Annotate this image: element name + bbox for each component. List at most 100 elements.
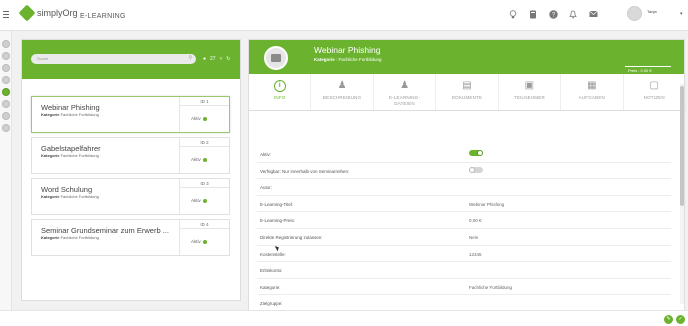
course-title: Word Schulung	[41, 185, 93, 194]
rail-item-2-icon[interactable]	[2, 52, 10, 60]
detail-header: Webinar Phishing Kategorie : Fachliche F…	[249, 40, 684, 74]
detail-category: Kategorie : Fachliche Fortbildung	[314, 57, 382, 62]
status-dot-icon	[202, 198, 207, 203]
rail-item-4-icon[interactable]	[2, 76, 10, 84]
user-file-icon: ♟	[400, 80, 410, 91]
row-label: Kategorie:	[260, 284, 281, 290]
status-badge: Aktiv	[191, 239, 207, 244]
menu-icon[interactable]	[3, 11, 9, 20]
tab-notizen[interactable]: ▢ NOTIZEN	[624, 74, 686, 110]
status-badge: Aktiv	[191, 157, 207, 162]
status-dot-icon	[202, 157, 207, 162]
price-label: Preis : 0,00 €	[625, 66, 671, 73]
course-card[interactable]: Word Schulung Kategorie Fachliche Fortbi…	[31, 178, 230, 215]
aktiv-toggle[interactable]	[469, 150, 483, 156]
user-name[interactable]: Tanja	[647, 9, 657, 14]
add-circle-icon[interactable]: ●	[203, 56, 206, 62]
row-value: Nein	[469, 234, 479, 240]
status-badge: Aktiv	[191, 116, 207, 121]
verfuegbar-toggle[interactable]	[469, 166, 483, 173]
course-meta: ID 4 Aktiv	[179, 220, 229, 255]
search-placeholder: Suche	[37, 56, 49, 61]
course-card[interactable]: Gabelstapelfahrer Kategorie Fachliche Fo…	[31, 137, 230, 174]
documents-icon: ▤	[462, 80, 472, 91]
bell-icon[interactable]	[568, 9, 578, 19]
envelope-icon[interactable]	[588, 9, 598, 19]
info-row-kategorie: Kategorie: Fachliche Fortbildung	[257, 279, 671, 296]
tab-label: E-LEARNING-DATEIEN	[388, 95, 421, 106]
row-label: Verfügbar: Nur innerhalb von Seminarreih…	[260, 168, 350, 174]
side-rail	[0, 31, 12, 326]
tab-label: AUFGABEN	[578, 95, 605, 100]
tab-label: BESCHREIBUNG	[322, 95, 362, 100]
row-label: E-Learning-Titel:	[260, 201, 294, 207]
info-icon: i	[273, 80, 286, 92]
book-icon[interactable]	[528, 9, 538, 19]
info-row-verfuegbar: Verfügbar: Nur innerhalb von Seminarreih…	[257, 163, 671, 180]
course-card[interactable]: Seminar Grundseminar zum Erwerb ... Kate…	[31, 219, 230, 256]
info-row-registrierung: Direkte Registrierung zulassen: Nein	[257, 229, 671, 246]
top-bar: simplyOrg E-LEARNING ? Tanja ▾	[0, 0, 688, 31]
course-id: ID 3	[180, 179, 229, 188]
edit-button[interactable]: ✎	[664, 315, 673, 324]
lightbulb-icon[interactable]	[508, 9, 518, 19]
row-label: Kostenstelle:	[260, 251, 286, 257]
tab-dokumente[interactable]: ▤ DOKUMENTE	[436, 74, 499, 110]
participants-icon: ▣	[524, 80, 535, 91]
tab-beschreibung[interactable]: ♟ BESCHREIBUNG	[311, 74, 374, 110]
list-count: 27	[210, 56, 216, 62]
tab-teilnehmer[interactable]: ▣ TEILNEHMER	[499, 74, 562, 110]
filter-icon[interactable]: ▿	[220, 56, 223, 62]
info-row-titel: E-Learning-Titel: Webinar Phishing	[257, 196, 671, 213]
row-value: 0,00 €	[469, 218, 482, 224]
scrollbar[interactable]	[680, 84, 684, 304]
info-rows: Aktiv: Verfügbar: Nur innerhalb von Semi…	[257, 146, 671, 312]
list-tools: ● 27 ▿ ↻	[203, 56, 230, 62]
course-title: Seminar Grundseminar zum Erwerb ...	[41, 226, 169, 235]
rail-item-elearning-icon[interactable]	[2, 88, 10, 96]
course-category: Kategorie Fachliche Fortbildung	[41, 153, 99, 158]
rail-item-8-icon[interactable]	[2, 124, 10, 132]
rail-item-7-icon[interactable]	[2, 112, 10, 120]
bottom-bar	[0, 310, 688, 326]
row-label: Aktiv:	[260, 152, 272, 157]
brand-logo[interactable]: simplyOrg	[18, 4, 78, 22]
laptop-icon	[271, 54, 281, 62]
search-input[interactable]: Suche ⚲	[31, 54, 196, 64]
person-icon: ♟	[337, 80, 347, 91]
course-meta: ID 3 Aktiv	[179, 179, 229, 214]
row-label: Direkte Registrierung zulassen:	[260, 234, 323, 240]
course-category: Kategorie Fachliche Fortbildung	[41, 112, 99, 117]
calendar-icon: ▦	[587, 80, 597, 91]
info-row-erloeskonto: Erlöskonto:	[257, 262, 671, 279]
row-value: 12345	[469, 251, 482, 257]
course-thumbnail	[264, 46, 288, 70]
scrollbar-thumb[interactable]	[680, 86, 684, 206]
logo-mark-icon	[18, 4, 36, 22]
refresh-icon[interactable]: ↻	[226, 56, 230, 62]
chevron-down-icon[interactable]: ▾	[680, 11, 683, 17]
course-meta: ID 2 Aktiv	[179, 138, 229, 173]
info-row-autor: Autor:	[257, 179, 671, 196]
course-title: Webinar Phishing	[41, 103, 100, 112]
rail-item-3-icon[interactable]	[2, 64, 10, 72]
info-row-preis: E-Learning-Preis: 0,00 €	[257, 212, 671, 229]
brand-name: simplyOrg	[37, 8, 78, 18]
tab-label: NOTIZEN	[643, 95, 665, 100]
avatar[interactable]	[627, 6, 642, 21]
help-icon[interactable]: ?	[548, 9, 558, 19]
course-id: ID 1	[180, 97, 229, 106]
tab-elearning-dateien[interactable]: ♟ E-LEARNING-DATEIEN	[374, 74, 437, 110]
row-label: Zielgruppe:	[260, 301, 283, 307]
list-header: Suche ⚲ ● 27 ▿ ↻	[22, 40, 240, 79]
rail-item-6-icon[interactable]	[2, 100, 10, 108]
search-icon[interactable]: ⚲	[188, 55, 192, 61]
rail-item-1-icon[interactable]	[2, 40, 10, 48]
tab-aufgaben[interactable]: ▦ AUFGABEN	[561, 74, 624, 110]
course-meta: ID 1 Aktiv	[179, 97, 229, 132]
course-detail-panel: Webinar Phishing Kategorie : Fachliche F…	[248, 39, 686, 312]
course-category: Kategorie Fachliche Fortbildung	[41, 194, 99, 199]
tab-info[interactable]: i INFO	[249, 74, 312, 110]
course-card[interactable]: Webinar Phishing Kategorie Fachliche For…	[31, 96, 230, 133]
save-button[interactable]: ✓	[676, 315, 685, 324]
